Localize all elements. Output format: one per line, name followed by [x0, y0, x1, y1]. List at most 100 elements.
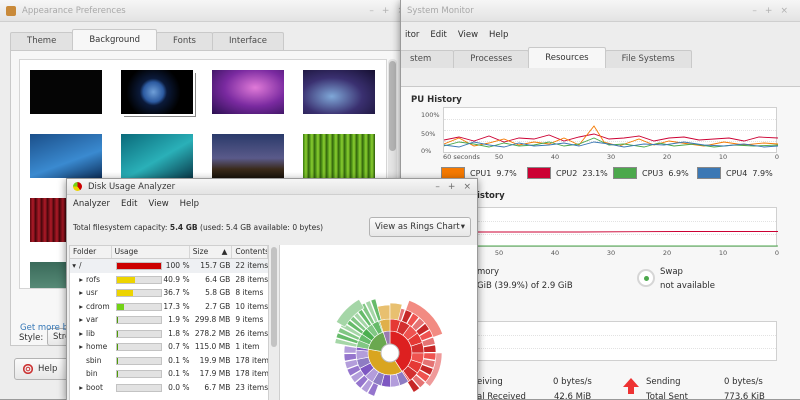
table-row[interactable]: ▸ usr 36.7 % 5.8 GB 8 items: [70, 286, 268, 300]
menu-edit[interactable]: Edit: [430, 30, 446, 40]
maximize-icon[interactable]: +: [382, 6, 390, 16]
expander-icon[interactable]: ▸: [72, 302, 86, 311]
swap-pie-icon[interactable]: [637, 269, 655, 287]
wallpaper-thumbnail-selected[interactable]: [119, 68, 195, 116]
col-usage[interactable]: Usage: [112, 246, 190, 258]
total-sent-value: 773.6 KiB: [724, 392, 765, 400]
usage-cell: 0.1 %: [112, 369, 190, 379]
expander-icon[interactable]: ▸: [72, 288, 86, 297]
expander-icon[interactable]: ▸: [72, 342, 86, 351]
table-row[interactable]: ▸ home 0.7 % 115.0 MB 1 item: [70, 340, 268, 354]
close-icon[interactable]: ×: [780, 6, 788, 16]
usage-percent: 17.3 %: [163, 301, 190, 311]
table-row[interactable]: ▸ boot 0.0 % 6.7 MB 23 items: [70, 381, 268, 395]
cpu2-color-swatch[interactable]: [527, 167, 551, 179]
folder-name: ▾ /: [72, 261, 82, 271]
wallpaper-thumbnail[interactable]: [121, 134, 193, 178]
usage-cell: 40.9 %: [112, 275, 190, 284]
tab-system[interactable]: stem: [401, 50, 455, 68]
disk-usage-analyzer-window: Disk Usage Analyzer – + × Analyzer Edit …: [66, 178, 478, 400]
menu-view[interactable]: View: [458, 30, 478, 40]
sending-label: Sending: [646, 377, 681, 387]
folder-name: ▸ rofs: [70, 275, 112, 284]
size-cell: 19.9 MB: [199, 355, 231, 365]
maximize-icon[interactable]: +: [765, 6, 773, 16]
menu-view[interactable]: View: [148, 199, 168, 209]
usage-bar: [115, 262, 162, 271]
wallpaper-thumbnail[interactable]: [30, 70, 102, 114]
usage-percent: 40.9 %: [163, 274, 190, 284]
table-row[interactable]: bin 0.1 % 17.9 MB 178 items: [70, 367, 268, 381]
wallpaper-thumbnail[interactable]: [212, 134, 284, 178]
tab-fonts[interactable]: Fonts: [156, 32, 213, 50]
close-icon[interactable]: ×: [463, 182, 471, 192]
usage-percent: 0.7 %: [168, 342, 190, 352]
usage-percent: 0.0 %: [168, 382, 190, 392]
dropdown-arrow-icon: ▾: [460, 222, 465, 232]
tab-theme[interactable]: Theme: [10, 32, 74, 50]
tab-file-systems[interactable]: File Systems: [604, 50, 692, 68]
table-row[interactable]: ▸ lib 1.8 % 278.2 MB 26 items: [70, 327, 268, 341]
usage-bar: [115, 383, 162, 392]
expander-icon[interactable]: ▸: [72, 329, 86, 338]
contents-cell: 1 item: [235, 342, 260, 352]
x-tick-label: 40: [550, 153, 560, 161]
minimize-icon[interactable]: –: [369, 6, 374, 16]
col-folder[interactable]: Folder: [70, 246, 112, 258]
menu-analyzer[interactable]: Analyzer: [73, 199, 110, 209]
table-row[interactable]: ▸ cdrom 17.3 % 2.7 GB 10 items: [70, 300, 268, 314]
appearance-titlebar[interactable]: Appearance Preferences – + ×: [0, 0, 411, 22]
ring-center[interactable]: [380, 343, 400, 363]
cpu3-color-swatch[interactable]: [613, 167, 637, 179]
table-scrollbar[interactable]: [270, 245, 278, 400]
minimize-icon[interactable]: –: [752, 6, 757, 16]
pct-label: 100%: [421, 111, 440, 119]
tab-resources[interactable]: Resources: [528, 47, 606, 68]
tab-processes[interactable]: Processes: [453, 50, 530, 68]
total-sent-label: Total Sent: [646, 392, 688, 400]
filesystem-capacity: Total filesystem capacity: 5.4 GB (used:…: [73, 222, 324, 232]
x-tick-label: 20: [662, 153, 672, 161]
table-row[interactable]: ▸ var 1.9 % 299.8 MB 9 items: [70, 313, 268, 327]
menu-help[interactable]: Help: [489, 30, 508, 40]
menu-edit[interactable]: Edit: [121, 199, 137, 209]
disk-titlebar[interactable]: Disk Usage Analyzer – + ×: [67, 179, 477, 195]
menu-help[interactable]: Help: [180, 199, 199, 209]
usage-cell: 0.0 %: [112, 383, 190, 392]
cpu2-legend: CPU2 23.1%: [527, 167, 608, 179]
cpu-lines: [444, 125, 778, 148]
tab-interface[interactable]: Interface: [211, 32, 285, 50]
expander-icon[interactable]: ▸: [72, 383, 86, 392]
maximize-icon[interactable]: +: [448, 182, 456, 192]
wallpaper-thumbnail[interactable]: [212, 70, 284, 114]
cpu3-legend: CPU3 6.9%: [613, 167, 689, 179]
expander-icon[interactable]: ▸: [72, 275, 86, 284]
minimize-icon[interactable]: –: [435, 182, 440, 192]
view-as-dropdown[interactable]: View as Rings Chart ▾: [369, 217, 471, 237]
col-contents[interactable]: Contents: [232, 246, 268, 258]
wallpaper-thumbnail[interactable]: [303, 70, 375, 114]
help-button[interactable]: Help: [14, 358, 74, 380]
table-row[interactable]: ▾/ 100 % 15.7 GB 22 items: [70, 259, 268, 273]
help-icon: [23, 364, 33, 374]
sysmon-titlebar[interactable]: System Monitor – + ×: [401, 0, 800, 22]
tab-background[interactable]: Background: [72, 29, 158, 50]
contents-cell: 9 items: [235, 315, 264, 325]
table-row[interactable]: ▸ rofs 40.9 % 6.4 GB 28 items: [70, 273, 268, 287]
cpu1-value: 9.7%: [496, 168, 517, 178]
folder-name: ▸ var: [70, 315, 112, 324]
x-tick-label: 50: [494, 153, 504, 161]
expander-icon[interactable]: ▸: [72, 315, 86, 324]
cpu4-color-swatch[interactable]: [697, 167, 721, 179]
folder-name: ▸ home: [70, 342, 112, 351]
swap-value: not available: [660, 281, 715, 291]
table-row[interactable]: sbin 0.1 % 19.9 MB 178 items: [70, 354, 268, 368]
menu-monitor[interactable]: itor: [405, 30, 419, 40]
wallpaper-thumbnail[interactable]: [303, 134, 375, 178]
expander-icon[interactable]: ▾: [72, 261, 79, 270]
rings-chart[interactable]: [280, 245, 478, 400]
folder-name: ▸ lib: [70, 329, 112, 338]
col-size[interactable]: Size ▲: [190, 246, 233, 258]
wallpaper-thumbnail[interactable]: [30, 134, 102, 178]
usage-cell: 0.7 %: [112, 342, 190, 352]
